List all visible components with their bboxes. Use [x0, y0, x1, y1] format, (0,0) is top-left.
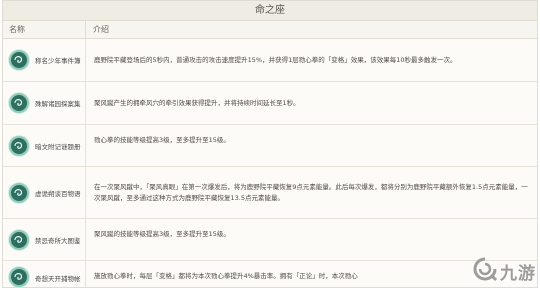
table-row: 称名少年事件簿 鹿野院平藏登场后的5秒内，普通攻击的攻击速度提升15%，并获得1…	[3, 39, 537, 82]
table-header: 名称 介绍	[3, 21, 537, 39]
table-row: 暗文附记谜题册 勠心拳的技能等级提高3级，至多提升至15级。	[3, 125, 537, 167]
constellation-desc: 聚风蹴的技能等级提高3级，至多提升至15级。	[94, 230, 230, 238]
constellation-desc: 施放勠心拳时，每层「变格」都将为本次勠心拳提升4%暴击率。拥有「正论」时，本次勠…	[94, 272, 358, 280]
constellation-name: 禁忌奇所大图鉴	[35, 236, 81, 245]
constellation-desc: 在一次聚风蹴中，「聚风真眼」在第一次爆发后，将为鹿野院平藏恢复9点元素能量。此后…	[94, 182, 528, 202]
name-cell: 殊解诸园探案集	[3, 82, 86, 124]
name-cell: 奇想天开捕物帐	[3, 261, 86, 287]
constellation-desc: 鹿野院平藏登场后的5秒内，普通攻击的攻击速度提升15%，并获得1层勠心拳的「变格…	[94, 55, 457, 64]
wind-swirl-icon	[9, 50, 29, 70]
name-cell: 称名少年事件簿	[3, 39, 86, 81]
constellation-panel: 命之座 名称 介绍 称名少年事件簿 鹿野院平藏登场后的5秒内，普通攻击的攻击速度…	[2, 0, 538, 288]
name-cell: 禁忌奇所大图鉴	[3, 219, 86, 260]
table-row: 奇想天开捕物帐 施放勠心拳时，每层「变格」都将为本次勠心拳提升4%暴击率。拥有「…	[3, 261, 537, 287]
wind-swirl-icon	[9, 93, 29, 113]
column-header-desc: 介绍	[93, 25, 109, 34]
watermark: 九游	[472, 256, 536, 286]
constellation-desc: 勠心拳的技能等级提高3级，至多提升至15级。	[94, 136, 230, 144]
jiuyou-logo-icon	[472, 256, 498, 286]
constellation-name: 称名少年事件簿	[35, 57, 81, 65]
constellation-desc: 聚风蹴产生的拥牵风穴的牵引效果获得提升，并将持续时间延长至1秒。	[94, 98, 300, 107]
constellation-name: 暗文附记谜题册	[35, 142, 81, 151]
wind-swirl-icon	[9, 135, 29, 156]
constellation-name: 殊解诸园探案集	[35, 100, 81, 108]
name-cell: 虚诡朔谈百物语	[3, 167, 86, 218]
column-header-name: 名称	[3, 21, 86, 38]
table-row: 禁忌奇所大图鉴 聚风蹴的技能等级提高3级，至多提升至15级。	[3, 219, 537, 261]
wind-swirl-icon	[9, 182, 29, 203]
wind-swirl-icon	[9, 229, 29, 250]
name-cell: 暗文附记谜题册	[3, 125, 86, 166]
table-row: 虚诡朔谈百物语 在一次聚风蹴中，「聚风真眼」在第一次爆发后，将为鹿野院平藏恢复9…	[3, 167, 537, 219]
constellation-name: 虚诡朔谈百物语	[35, 189, 81, 198]
constellation-name: 奇想天开捕物帐	[35, 275, 81, 283]
wind-swirl-icon	[9, 267, 29, 287]
panel-title: 命之座	[3, 1, 537, 21]
table-row: 殊解诸园探案集 聚风蹴产生的拥牵风穴的牵引效果获得提升，并将持续时间延长至1秒。	[3, 82, 537, 125]
watermark-text: 九游	[500, 263, 536, 284]
